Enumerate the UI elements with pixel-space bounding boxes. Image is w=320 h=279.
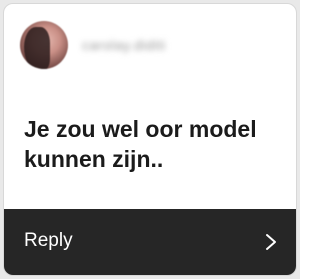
avatar-image [24, 27, 50, 69]
reply-bar[interactable]: Reply [4, 209, 296, 275]
sender-header: carolay.diditi [4, 4, 296, 84]
message-text: Je zou wel oor model kunnen zijn.. [24, 116, 257, 172]
avatar [20, 21, 68, 69]
chevron-right-icon[interactable] [264, 233, 278, 251]
message-notification-card[interactable]: carolay.diditi Je zou wel oor model kunn… [3, 3, 297, 276]
notification-frame: carolay.diditi Je zou wel oor model kunn… [0, 0, 300, 279]
reply-button-label[interactable]: Reply [24, 230, 73, 252]
sender-username: carolay.diditi [82, 37, 166, 53]
